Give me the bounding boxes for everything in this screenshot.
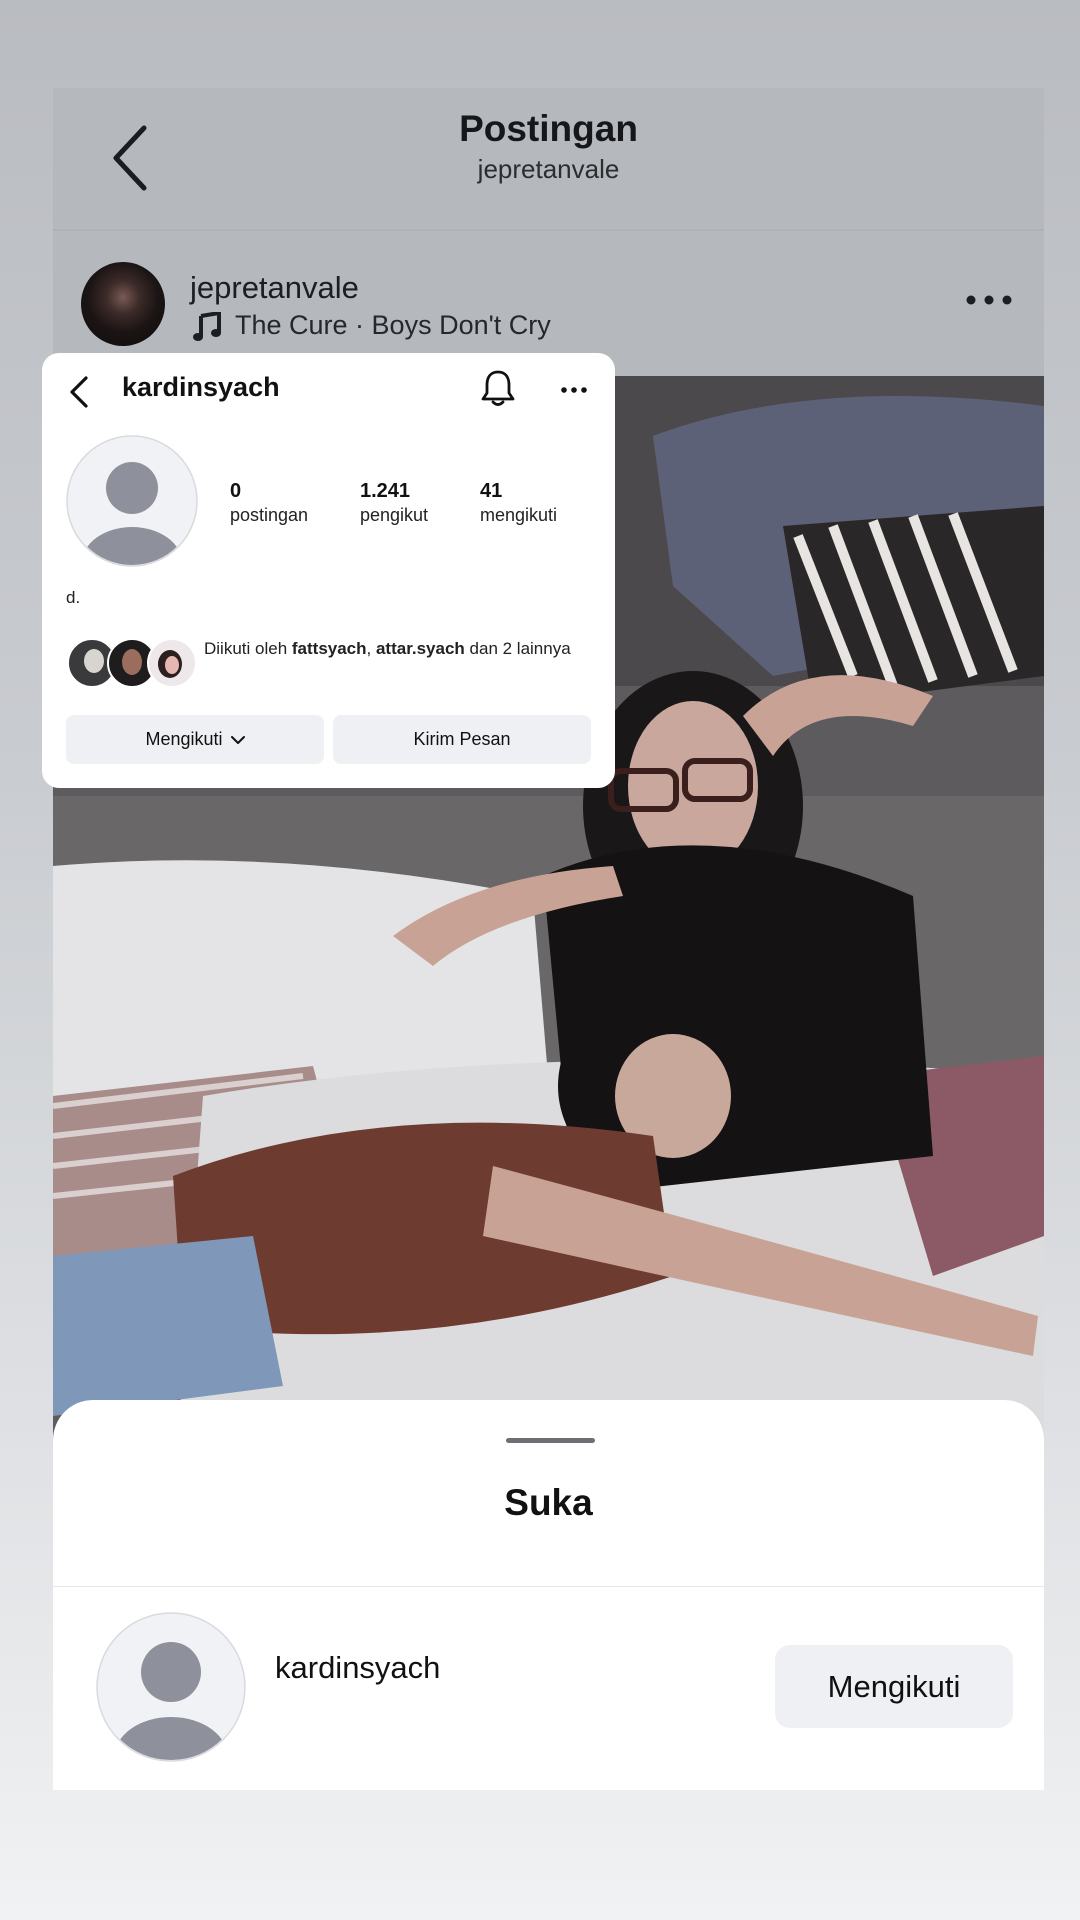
profile-username: kardinsyach	[122, 372, 280, 402]
post-music[interactable]: The Cure · Boys Don't Cry	[235, 310, 551, 341]
page-title: Postingan	[459, 108, 638, 149]
default-avatar-icon[interactable]	[96, 1612, 246, 1762]
mutual-user-2: attar.syach	[375, 639, 465, 658]
back-icon[interactable]	[68, 375, 90, 409]
page-subtitle: jepretanvale	[477, 154, 620, 184]
more-icon[interactable]	[560, 386, 588, 394]
default-avatar-icon[interactable]	[66, 435, 198, 567]
bell-icon[interactable]	[480, 368, 516, 408]
send-message-button[interactable]: Kirim Pesan	[333, 715, 591, 764]
followed-sep: ,	[366, 639, 376, 658]
chevron-down-icon	[230, 735, 245, 744]
profile-preview-card: kardinsyach 0 postingan 1.241 pengikut 4…	[42, 353, 615, 788]
stat-value: 0	[230, 480, 242, 502]
top-bar: Postingan jepretanvale	[53, 88, 1044, 228]
stat-label: postingan	[230, 505, 309, 525]
stat-label: mengikuti	[480, 505, 558, 525]
followed-prefix: Diikuti oleh	[204, 639, 292, 658]
stat-followers[interactable]: 1.241 pengikut	[360, 480, 428, 526]
stat-value: 41	[480, 480, 503, 502]
post-author-avatar[interactable]	[81, 262, 165, 346]
liker-username[interactable]: kardinsyach	[275, 1650, 440, 1686]
following-button-label: Mengikuti	[145, 729, 223, 749]
more-icon[interactable]	[965, 293, 1013, 307]
profile-bio: d.	[66, 588, 81, 607]
followed-suffix: dan 2 lainnya	[464, 639, 571, 658]
likes-bottom-sheet: Suka kardinsyach Mengikuti	[53, 1400, 1044, 1790]
send-message-label: Kirim Pesan	[413, 729, 511, 749]
following-button[interactable]: Mengikuti	[66, 715, 324, 764]
stat-following[interactable]: 41 mengikuti	[480, 480, 557, 526]
stat-posts[interactable]: 0 postingan	[230, 480, 308, 526]
sheet-drag-handle[interactable]	[506, 1438, 595, 1443]
mutual-followers-avatars[interactable]	[66, 637, 206, 689]
music-note-icon	[193, 312, 221, 341]
stat-value: 1.241	[360, 480, 411, 502]
sheet-title: Suka	[504, 1482, 593, 1523]
post-author-username[interactable]: jepretanvale	[190, 270, 359, 306]
sheet-divider	[53, 1586, 1044, 1587]
mutual-user-1: fattsyach	[291, 639, 367, 658]
stat-label: pengikut	[360, 505, 429, 525]
liker-following-button[interactable]: Mengikuti	[775, 1645, 1013, 1728]
followed-by-text[interactable]: Diikuti oleh fattsyach, attar.syach dan …	[204, 637, 574, 661]
